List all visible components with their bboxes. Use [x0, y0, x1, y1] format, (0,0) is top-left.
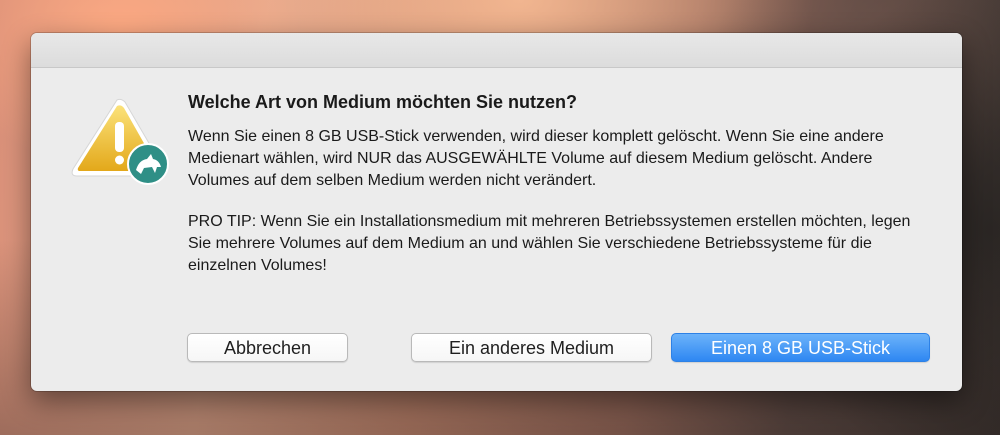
- usb-stick-button[interactable]: Einen 8 GB USB-Stick: [671, 333, 930, 362]
- dialog-message: Wenn Sie einen 8 GB USB-Stick verwenden,…: [188, 128, 884, 189]
- alert-dialog: Welche Art von Medium möchten Sie nutzen…: [31, 33, 962, 391]
- cancel-button[interactable]: Abbrechen: [187, 333, 348, 362]
- dialog-titlebar: [31, 33, 962, 68]
- app-badge-icon: [127, 143, 169, 185]
- other-medium-button[interactable]: Ein anderes Medium: [411, 333, 652, 362]
- dialog-pro-tip: PRO TIP: Wenn Sie ein Installationsmediu…: [188, 213, 911, 274]
- dialog-title: Welche Art von Medium möchten Sie nutzen…: [188, 92, 578, 112]
